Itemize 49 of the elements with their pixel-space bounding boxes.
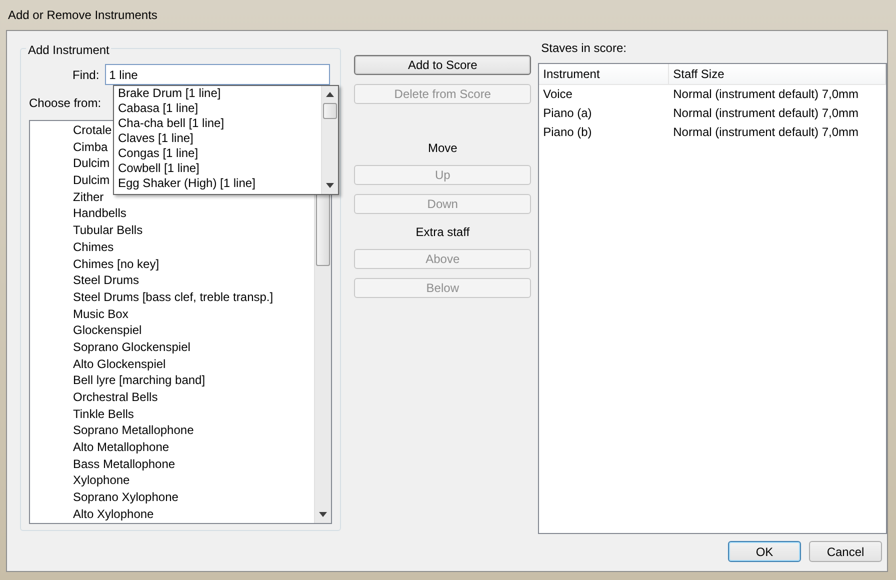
dialog-button[interactable]: Cancel — [809, 541, 882, 562]
list-item[interactable]: Alto Xylophone — [73, 506, 314, 522]
suggestion-item[interactable]: Claves [1 line] — [118, 131, 321, 146]
extra-staff-label: Extra staff — [416, 225, 470, 239]
list-item[interactable]: Soprano Metallophone — [73, 422, 314, 440]
move-label: Move — [428, 141, 458, 155]
dialog-button[interactable]: OK — [728, 541, 801, 562]
table-cell-text: Piano (a) — [542, 105, 593, 122]
table-cell-text: Normal (instrument default) 7,0mm — [672, 124, 858, 141]
suggestion-item[interactable]: Cha-cha bell [1 line] — [118, 116, 321, 131]
staves-title: Staves in score: — [541, 41, 626, 55]
list-item[interactable]: Tubular Bells — [73, 222, 314, 239]
scroll-down-icon[interactable] — [319, 512, 328, 517]
list-item[interactable]: Orchestral Bells — [73, 389, 314, 406]
table-cell-text: Normal (instrument default) 7,0mm — [672, 105, 858, 122]
table-cell-text: Piano (b) — [542, 124, 593, 141]
scrollbar[interactable] — [321, 86, 338, 194]
scroll-down-icon[interactable] — [326, 183, 334, 188]
list-item[interactable]: Tinkle Bells — [73, 406, 314, 422]
list-item[interactable]: Steel Drums [bass clef, treble transp.] — [73, 288, 314, 306]
choose-label: Choose from: — [29, 96, 102, 110]
table-cell-text: Voice — [542, 86, 574, 103]
list-item[interactable]: Soprano Glockenspiel — [73, 338, 314, 356]
list-item[interactable]: Music Box — [73, 306, 314, 322]
find-field[interactable]: 1 line — [105, 64, 330, 85]
list-item[interactable]: Soprano Xylophone — [73, 489, 314, 506]
column-header[interactable]: Staff Size — [669, 64, 886, 84]
suggestion-item[interactable]: Egg Shaker (High) [1 line] — [118, 176, 321, 191]
list-item[interactable]: Steel Drums — [73, 272, 314, 289]
list-item[interactable]: Bass Metallophone — [73, 456, 314, 472]
list-item[interactable]: Handbells — [73, 205, 314, 222]
scroll-up-icon[interactable] — [326, 92, 334, 97]
window-title: Add or Remove Instruments — [7, 7, 158, 24]
suggestion-item[interactable]: Brake Drum [1 line] — [118, 86, 321, 101]
list-item[interactable]: Glockenspiel — [73, 322, 314, 339]
scrollbar-thumb[interactable] — [323, 103, 337, 119]
find-label: Find: — [72, 66, 100, 84]
list-item[interactable]: Alto Metallophone — [73, 439, 314, 456]
suggestion-item[interactable]: Congas [1 line] — [118, 146, 321, 161]
column-header[interactable]: Instrument — [539, 64, 670, 84]
table-cell-text: Normal (instrument default) 7,0mm — [672, 86, 858, 103]
suggestion-item[interactable]: Cowbell [1 line] — [118, 161, 321, 176]
list-item[interactable]: Bell lyre [marching band] — [73, 372, 314, 389]
list-item[interactable]: Xylophone — [73, 472, 314, 490]
suggestion-item[interactable]: Cabasa [1 line] — [118, 101, 321, 116]
list-item[interactable]: Chimes — [73, 238, 314, 256]
list-item[interactable]: Alto Glockenspiel — [73, 356, 314, 372]
list-item[interactable]: Chimes [no key] — [73, 256, 314, 272]
action-button[interactable]: Add to Score — [354, 55, 532, 75]
